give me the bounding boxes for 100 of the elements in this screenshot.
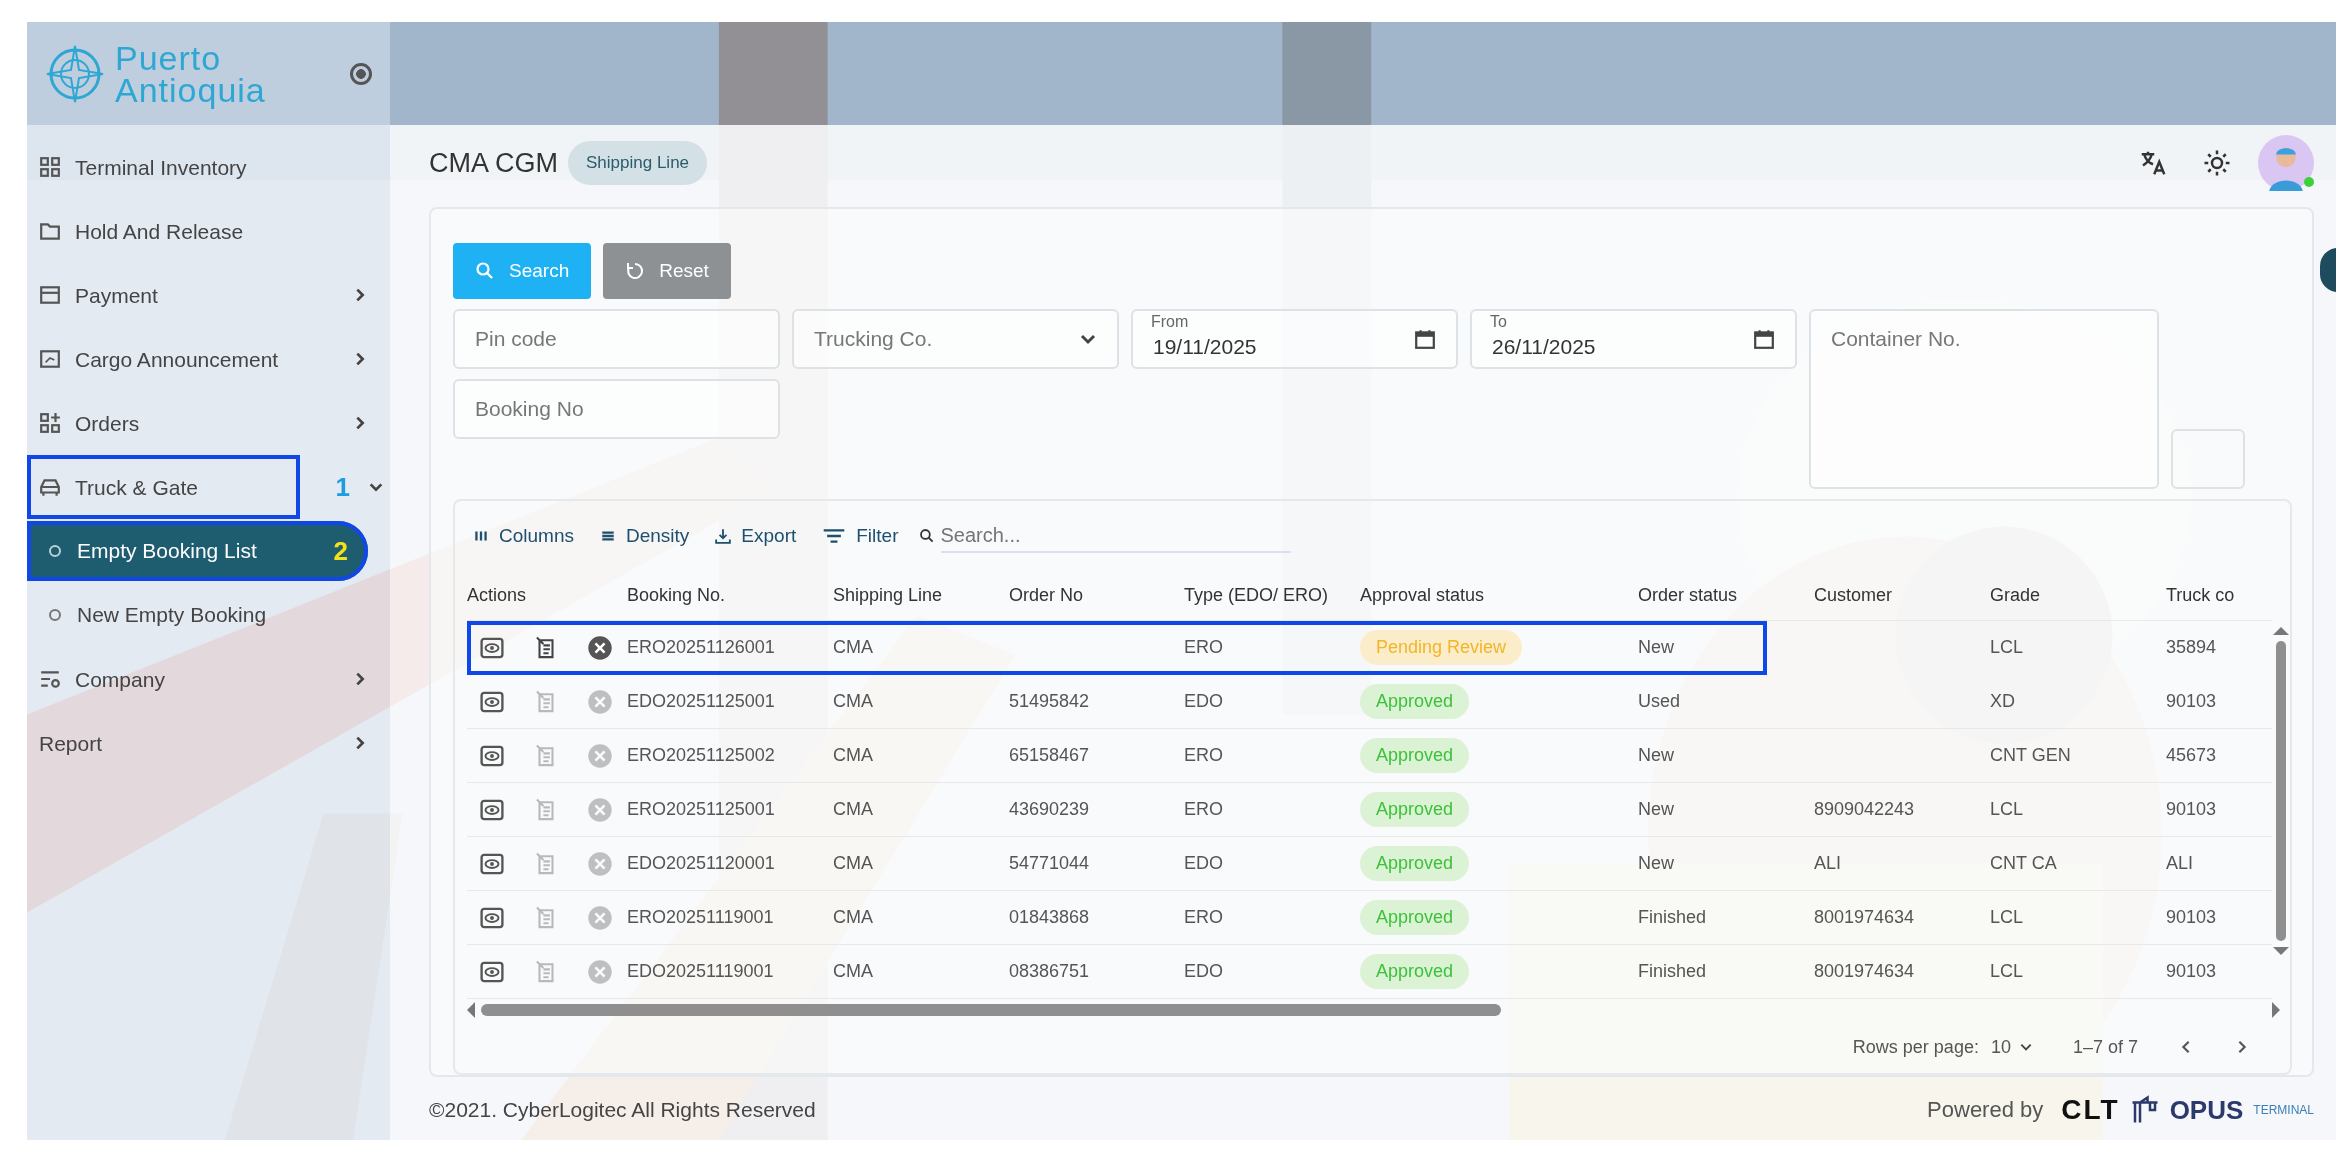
table-cell-text: Finished: [1638, 961, 1708, 982]
table-cell-text: ALI: [1814, 853, 1843, 874]
status-badge: Approved: [1360, 684, 1470, 719]
column-header: Shipping Line: [833, 585, 944, 606]
table-cell-text: 8909042243: [1814, 799, 1916, 820]
submenu-label: Empty Booking List: [77, 539, 257, 563]
car-icon: [39, 476, 61, 498]
table-cell-text: CNT GEN: [1990, 745, 2072, 766]
menu-item[interactable]: Terminal Inventory: [27, 135, 390, 199]
menu-label: Hold And Release: [75, 218, 245, 245]
table-cell-text: CMA: [833, 853, 874, 874]
submenu-label: New Empty Booking: [77, 603, 267, 627]
menu-label: Terminal Inventory: [75, 154, 248, 181]
status-badge: Approved: [1360, 954, 1470, 989]
table-cell-text: 54771044: [1009, 853, 1091, 874]
chart-box-icon: [39, 348, 61, 370]
sliders-icon: [39, 668, 61, 690]
menu-label: Truck & Gate: [75, 474, 199, 501]
table-cell-text: ERO20251125001: [627, 799, 776, 820]
pin-code-field[interactable]: Pin code: [453, 309, 780, 369]
copyright-text: ©2021. CyberLogitec All Rights Reserved: [429, 1098, 816, 1122]
container-number-field[interactable]: Container No.: [1809, 309, 2159, 489]
column-header: Truck co: [2166, 585, 2236, 606]
menu-item[interactable]: Orders: [27, 391, 390, 455]
status-badge: Approved: [1360, 738, 1470, 773]
grid-icon: [39, 156, 61, 178]
table-cell-text: CMA: [833, 691, 874, 712]
toolbar-button[interactable]: Filter: [816, 521, 905, 551]
menu-item[interactable]: Company: [27, 647, 390, 711]
table-cell-text: 90103: [2166, 799, 2218, 820]
to-date-field[interactable]: To 26/11/2025: [1470, 309, 1797, 369]
menu-item[interactable]: Hold And Release: [27, 199, 390, 263]
menu-item[interactable]: Report: [27, 711, 390, 775]
table-cell-text: 35894: [2166, 637, 2218, 658]
cancel-icon[interactable]: [587, 634, 613, 661]
table-cell-text: CMA: [833, 961, 874, 982]
table-cell-text: 45673: [2166, 745, 2218, 766]
status-badge: Approved: [1360, 846, 1470, 881]
table-cell-text: CMA: [833, 745, 874, 766]
card-icon: [39, 284, 61, 306]
table-cell-text: 8001974634: [1814, 907, 1916, 928]
table-cell-text: EDO20251119001: [627, 961, 775, 982]
column-header: Grade: [1990, 585, 2042, 606]
column-header: Order No: [1009, 585, 1085, 606]
calendar-icon[interactable]: [1414, 328, 1436, 350]
table-cell-text: CMA: [833, 799, 874, 820]
sun-icon[interactable]: [2202, 148, 2232, 178]
circle-icon: [49, 545, 61, 557]
table-cell-text: ERO: [1184, 907, 1224, 928]
menu-label: Payment: [75, 282, 159, 309]
toolbar-button[interactable]: Density: [594, 521, 696, 551]
calendar-icon[interactable]: [1753, 328, 1775, 350]
status-badge: Pending Review: [1360, 630, 1523, 665]
table-cell-text: EDO: [1184, 853, 1224, 874]
folder-icon: [39, 220, 61, 242]
column-header: Actions: [467, 585, 528, 606]
product-logo-subtitle: TERMINAL: [2253, 1103, 2314, 1117]
rows-per-page-label: Rows per page:: [1852, 1036, 1979, 1058]
rows-per-page-select[interactable]: 10: [1990, 1036, 2033, 1058]
table-cell-text: ERO20251126001: [627, 637, 776, 658]
circle-icon: [49, 609, 61, 621]
search-icon: [918, 528, 935, 544]
table-cell-text: ERO: [1184, 637, 1224, 658]
table-cell-text: EDO: [1184, 961, 1224, 982]
table-cell-text: EDO: [1184, 691, 1224, 712]
table-cell-text: 01843868: [1009, 907, 1091, 928]
menu-item[interactable]: Cargo Announcement: [27, 327, 390, 391]
table-cell-text: 08386751: [1009, 961, 1091, 982]
toolbar-button[interactable]: Export: [709, 521, 803, 551]
status-badge: Approved: [1360, 900, 1470, 935]
submenu-item[interactable]: New Empty Booking: [27, 585, 390, 645]
table-cell-text: CNT CA: [1990, 853, 2058, 874]
table-cell-text: 90103: [2166, 961, 2218, 982]
table-cell-text: New: [1638, 637, 1675, 658]
avatar[interactable]: [2258, 135, 2314, 191]
column-header: Approval status: [1360, 585, 1486, 606]
submenu-item[interactable]: Empty Booking List 2: [27, 521, 368, 581]
table-cell-text: New: [1638, 853, 1675, 874]
table-cell-text: Used: [1638, 691, 1682, 712]
booking-number-field[interactable]: Booking No: [453, 379, 780, 439]
table-cell-text: LCL: [1990, 907, 2025, 928]
menu-item[interactable]: Payment: [27, 263, 390, 327]
table-cell-text: New: [1638, 799, 1675, 820]
trucking-company-select[interactable]: Trucking Co.: [792, 309, 1119, 369]
table-search-field[interactable]: Search...: [940, 519, 1291, 553]
toolbar-button[interactable]: Columns: [467, 521, 580, 551]
download-icon: [715, 528, 732, 544]
column-header: Booking No.: [627, 585, 727, 606]
powered-by-text: Powered by: [1927, 1097, 2044, 1123]
compass-rose-logo-icon: [45, 43, 105, 104]
menu-label: Company: [75, 666, 166, 693]
column-header: Order status: [1638, 585, 1739, 606]
table-cell-text: LCL: [1990, 961, 2025, 982]
table-cell-text: EDO20251120001: [627, 853, 776, 874]
table-cell-text: CMA: [833, 637, 874, 658]
sidebar-toggle-icon[interactable]: [350, 62, 372, 85]
column-header: Customer: [1814, 585, 1894, 606]
status-badge: Approved: [1360, 792, 1470, 827]
table-cell-text: XD: [1990, 691, 2016, 712]
from-date-field[interactable]: From 19/11/2025: [1131, 309, 1458, 369]
